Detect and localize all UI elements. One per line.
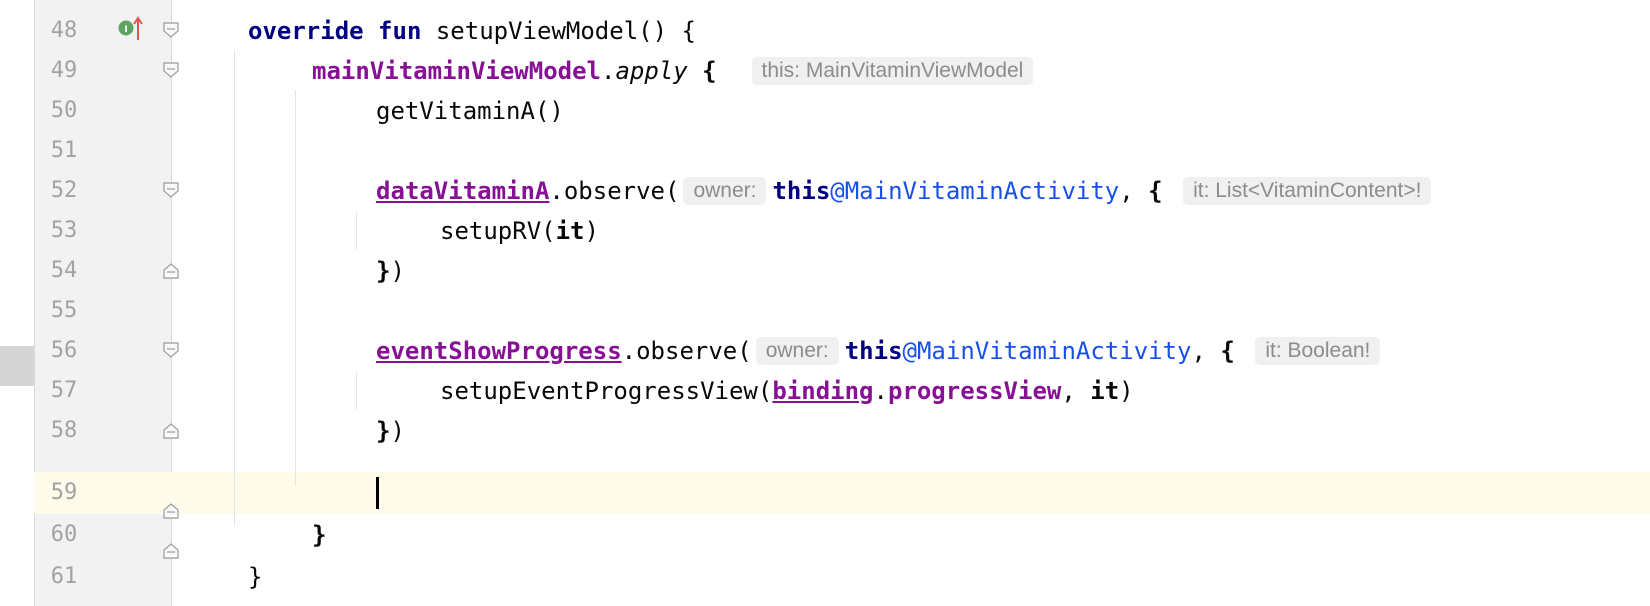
code-line-current[interactable]: 59 (0, 472, 1650, 514)
separator: , (1191, 337, 1221, 365)
code-line[interactable]: 50 getVitaminA() (0, 90, 1650, 132)
brace: { (687, 57, 717, 85)
inlay-hint-owner: owner: (755, 337, 839, 365)
keyword-this: this (772, 177, 831, 205)
line-number: 51 (50, 138, 78, 163)
code-text[interactable]: }) (376, 250, 405, 292)
brace: } (248, 563, 263, 591)
label-ref: @MainVitaminActivity (830, 177, 1120, 205)
line-number: 54 (50, 258, 78, 283)
code-line[interactable]: 53 setupRV(it) (0, 210, 1650, 252)
property-ref: binding (772, 377, 874, 405)
code-line[interactable]: 60 } (0, 514, 1650, 556)
keyword-this: this (844, 337, 903, 365)
code-line[interactable]: 48 override fun setupViewModel() { (0, 10, 1650, 52)
code-text[interactable]: setupRV(it) (440, 210, 599, 252)
label-ref: @MainVitaminActivity (902, 337, 1192, 365)
inlay-hint-it: it: Boolean! (1255, 337, 1381, 365)
code-line[interactable]: 49 mainVitaminViewModel.apply { this: Ma… (0, 50, 1650, 92)
lambda-brace: } (312, 521, 327, 549)
paren: ) (584, 217, 599, 245)
code-text[interactable]: override fun setupViewModel() { (248, 10, 696, 52)
it-param: it (555, 217, 585, 245)
lambda-brace: { (1220, 337, 1235, 365)
code-text[interactable]: } (248, 556, 262, 598)
it-param: it (1090, 377, 1120, 405)
property-ref: dataVitaminA (376, 177, 550, 205)
code-line[interactable]: 56 eventShowProgress.observe(owner: this@… (0, 330, 1650, 372)
line-number: 52 (50, 178, 78, 203)
line-number: 61 (50, 564, 78, 589)
line-number: 48 (50, 18, 78, 43)
code-text[interactable]: getVitaminA() (376, 90, 564, 132)
lambda-brace: } (376, 417, 391, 445)
code-line[interactable]: 52 dataVitaminA.observe(owner: this@MainV… (0, 170, 1650, 212)
line-number: 50 (50, 98, 78, 123)
inlay-hint: this: MainVitaminViewModel (751, 57, 1034, 85)
function-call: setupRV( (440, 217, 556, 245)
line-number: 55 (50, 298, 78, 323)
code-line[interactable]: 61 } (0, 556, 1650, 598)
code-line[interactable]: 55 (0, 290, 1650, 332)
lambda-brace: } (376, 257, 391, 285)
code-text[interactable]: setupEventProgressView(binding.progressV… (440, 370, 1134, 412)
line-number: 58 (50, 418, 78, 443)
code-line[interactable]: 58 }) (0, 410, 1650, 452)
keyword-fun: fun (378, 17, 422, 45)
dot: . (600, 57, 616, 85)
function-signature: setupViewModel() { (421, 17, 696, 45)
code-text[interactable]: dataVitaminA.observe(owner: this@MainVita… (376, 170, 1437, 212)
paren: ) (1119, 377, 1134, 405)
line-number: 59 (50, 480, 78, 505)
inlay-hint-owner: owner: (683, 177, 767, 205)
inlay-hint-it: it: List<VitaminContent>! (1183, 177, 1432, 205)
function-call: apply (615, 57, 688, 85)
line-number: 60 (50, 522, 78, 547)
function-call: .observe( (549, 177, 680, 205)
code-line[interactable]: 57 setupEventProgressView(binding.progre… (0, 370, 1650, 412)
code-line[interactable]: 54 }) (0, 250, 1650, 292)
code-line[interactable]: 51 (0, 130, 1650, 172)
line-number: 53 (50, 218, 78, 243)
property-ref: mainVitaminViewModel (312, 57, 601, 85)
line-number: 56 (50, 338, 78, 363)
dot: . (873, 377, 888, 405)
function-call: setupEventProgressView( (440, 377, 773, 405)
function-call: .observe( (621, 337, 752, 365)
code-text[interactable]: } (312, 514, 326, 556)
code-text[interactable]: }) (376, 410, 405, 452)
keyword-override: override (248, 17, 364, 45)
line-number: 57 (50, 378, 78, 403)
property-ref: eventShowProgress (376, 337, 622, 365)
paren: ) (390, 417, 405, 445)
code-text[interactable]: mainVitaminViewModel.apply { this: MainV… (312, 50, 1039, 92)
text-caret (376, 477, 379, 509)
line-number: 49 (50, 58, 78, 83)
separator: , (1119, 177, 1149, 205)
separator: , (1061, 377, 1091, 405)
property-ref: progressView (887, 377, 1062, 405)
code-text[interactable]: eventShowProgress.observe(owner: this@Mai… (376, 330, 1386, 372)
lambda-brace: { (1148, 177, 1163, 205)
paren: ) (390, 257, 405, 285)
